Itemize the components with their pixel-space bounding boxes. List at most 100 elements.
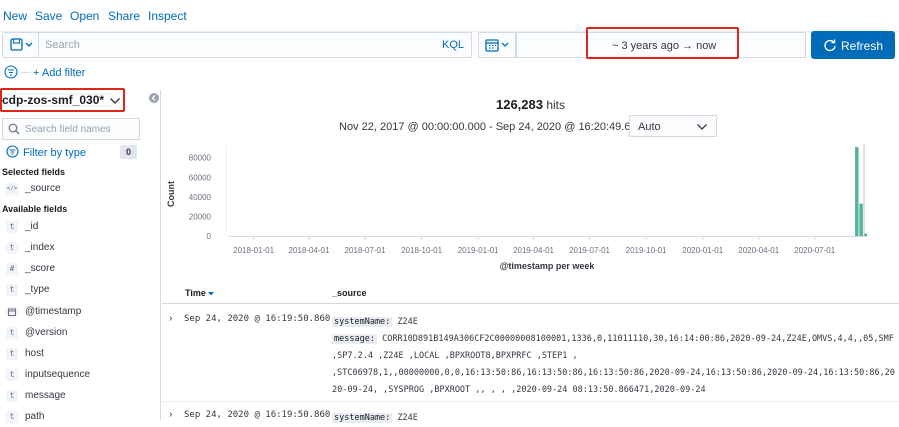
field-item-score[interactable]: # _score — [6, 261, 156, 277]
x-tick-label: 2019-07-01 — [569, 246, 610, 255]
top-nav: New Save Open Share Inspect — [0, 0, 899, 32]
collapse-sidebar-icon[interactable] — [149, 93, 159, 103]
row-time: Sep 24, 2020 @ 16:19:50.860 — [184, 410, 331, 420]
share-link[interactable]: Share — [108, 9, 140, 23]
field-item-message[interactable]: t message — [6, 388, 156, 404]
string-type-icon: t — [6, 369, 18, 381]
filter-icon[interactable] — [4, 65, 20, 81]
filter-divider: — — [21, 67, 31, 78]
highlight-box-daterange — [586, 27, 739, 59]
saved-query-button[interactable] — [2, 32, 38, 58]
field-item-path[interactable]: t path — [6, 409, 156, 425]
field-item-host[interactable]: t host — [6, 346, 156, 362]
x-tick-label: 2019-10-01 — [626, 246, 667, 255]
row-value: Z24E — [397, 413, 418, 423]
expand-row-icon[interactable]: › — [169, 313, 172, 324]
row-key: systemName: — [332, 413, 393, 423]
save-link[interactable]: Save — [35, 9, 62, 23]
open-link[interactable]: Open — [70, 9, 99, 23]
interval-value: Auto — [638, 121, 661, 133]
x-tick-label: 2019-04-01 — [513, 246, 554, 255]
field-item-timestamp[interactable]: @timestamp — [6, 304, 156, 320]
y-tick-label: 40000 — [189, 193, 212, 202]
field-name: @version — [25, 327, 68, 338]
y-tick-label: 80000 — [189, 154, 212, 163]
code-type-icon: </> — [6, 183, 18, 195]
field-name: _source — [25, 183, 61, 194]
results-panel: 126,283 hits Nov 22, 2017 @ 00:00:00.000… — [162, 90, 899, 423]
field-item-source[interactable]: </> _source — [6, 181, 156, 197]
y-tick-label: 0 — [207, 232, 212, 241]
field-name: inputsequence — [25, 369, 91, 380]
sort-desc-icon[interactable] — [207, 291, 215, 297]
string-type-icon: t — [6, 284, 18, 296]
table-row[interactable]: › Sep 24, 2020 @ 16:19:50.860 systemName… — [162, 306, 899, 402]
x-tick-label: 2018-04-01 — [289, 246, 330, 255]
table-header: Time _source — [162, 286, 899, 304]
field-name: host — [25, 348, 44, 359]
string-type-icon: t — [6, 221, 18, 233]
string-type-icon: t — [6, 327, 18, 339]
row-message-line: ,STC06978,1,,00000000,0,0,16:13:50:86,16… — [332, 368, 895, 378]
string-type-icon: t — [6, 242, 18, 254]
x-tick-label: 2018-07-01 — [345, 246, 386, 255]
field-name: message — [25, 390, 66, 401]
query-bar: Search KQL ~ 3 years ago → now Refresh — [0, 30, 899, 60]
x-tick-label: 2018-10-01 — [401, 246, 442, 255]
field-item-id[interactable]: t _id — [6, 219, 156, 235]
x-tick-label: 2020-07-01 — [794, 246, 835, 255]
time-range-label: Nov 22, 2017 @ 00:00:00.000 - Sep 24, 20… — [339, 121, 643, 133]
y-tick-label: 20000 — [189, 212, 212, 221]
string-type-icon: t — [6, 390, 18, 402]
histogram-chart[interactable]: 0 20000 40000 60000 80000 2018-01-01 2018-04-0… — [162, 142, 899, 272]
hit-count-label: hits — [546, 98, 566, 112]
x-axis-title: @timestamp per week — [500, 261, 596, 271]
field-item-inputsequence[interactable]: t inputsequence — [6, 367, 156, 383]
table-row[interactable]: › Sep 24, 2020 @ 16:19:50.860 systemName… — [162, 402, 899, 423]
available-fields-heading: Available fields — [2, 204, 68, 214]
quick-date-button[interactable] — [478, 32, 516, 58]
kql-button[interactable]: KQL — [442, 39, 464, 51]
row-source: systemName: Z24E message: CORR10D891B149… — [332, 314, 895, 399]
refresh-button[interactable]: Refresh — [811, 31, 895, 59]
y-tick-label: 60000 — [189, 173, 212, 182]
field-name: @timestamp — [25, 306, 82, 317]
field-name: _id — [25, 221, 39, 232]
number-type-icon: # — [6, 263, 18, 275]
row-key: systemName: — [332, 317, 393, 327]
field-name: _type — [25, 284, 50, 295]
interval-select[interactable]: Auto — [629, 115, 717, 137]
x-tick-label: 2020-04-01 — [738, 246, 779, 255]
row-message-line: ,SP7.2.4 ,Z24E ,LOCAL ,BPXROOT8,BPXPRFC … — [332, 351, 578, 361]
field-item-index[interactable]: t _index — [6, 240, 156, 256]
refresh-icon — [824, 39, 836, 52]
selected-fields-heading: Selected fields — [2, 167, 66, 177]
string-type-icon: t — [6, 411, 18, 423]
time-column-header[interactable]: Time — [185, 288, 206, 298]
panel-divider — [160, 90, 161, 420]
chevron-down-icon — [697, 124, 707, 130]
hit-count: 126,283 hits — [162, 97, 899, 112]
field-item-type[interactable]: t _type — [6, 282, 156, 298]
x-tick-label: 2020-01-01 — [682, 246, 723, 255]
field-name: _index — [25, 242, 55, 253]
row-message-line: CORR10D891B149A306CF2C00000008100001,133… — [382, 334, 894, 344]
row-message-line: 20-09-24, ,SYSPROG ,BPXROOT ,, , , ,2020… — [332, 385, 706, 395]
row-key: message: — [332, 334, 377, 344]
field-search-input[interactable]: Search field names — [2, 118, 140, 140]
expand-row-icon[interactable]: › — [169, 409, 172, 420]
save-icon — [10, 38, 33, 51]
x-tick-label: 2019-01-01 — [458, 246, 499, 255]
row-time: Sep 24, 2020 @ 16:19:50.860 — [184, 314, 331, 324]
filter-by-type-button[interactable]: Filter by type — [23, 147, 86, 159]
search-input[interactable]: Search KQL — [38, 32, 472, 58]
calendar-icon — [485, 39, 509, 52]
histogram-bar — [859, 203, 863, 236]
row-value: Z24E — [397, 317, 418, 327]
add-filter-link[interactable]: + Add filter — [33, 67, 85, 79]
new-link[interactable]: New — [3, 9, 27, 23]
string-type-icon: t — [6, 348, 18, 360]
field-sidebar: cdp-zos-smf_030* Search field names Filt… — [0, 86, 160, 423]
field-item-version[interactable]: t @version — [6, 325, 156, 341]
inspect-link[interactable]: Inspect — [148, 9, 187, 23]
